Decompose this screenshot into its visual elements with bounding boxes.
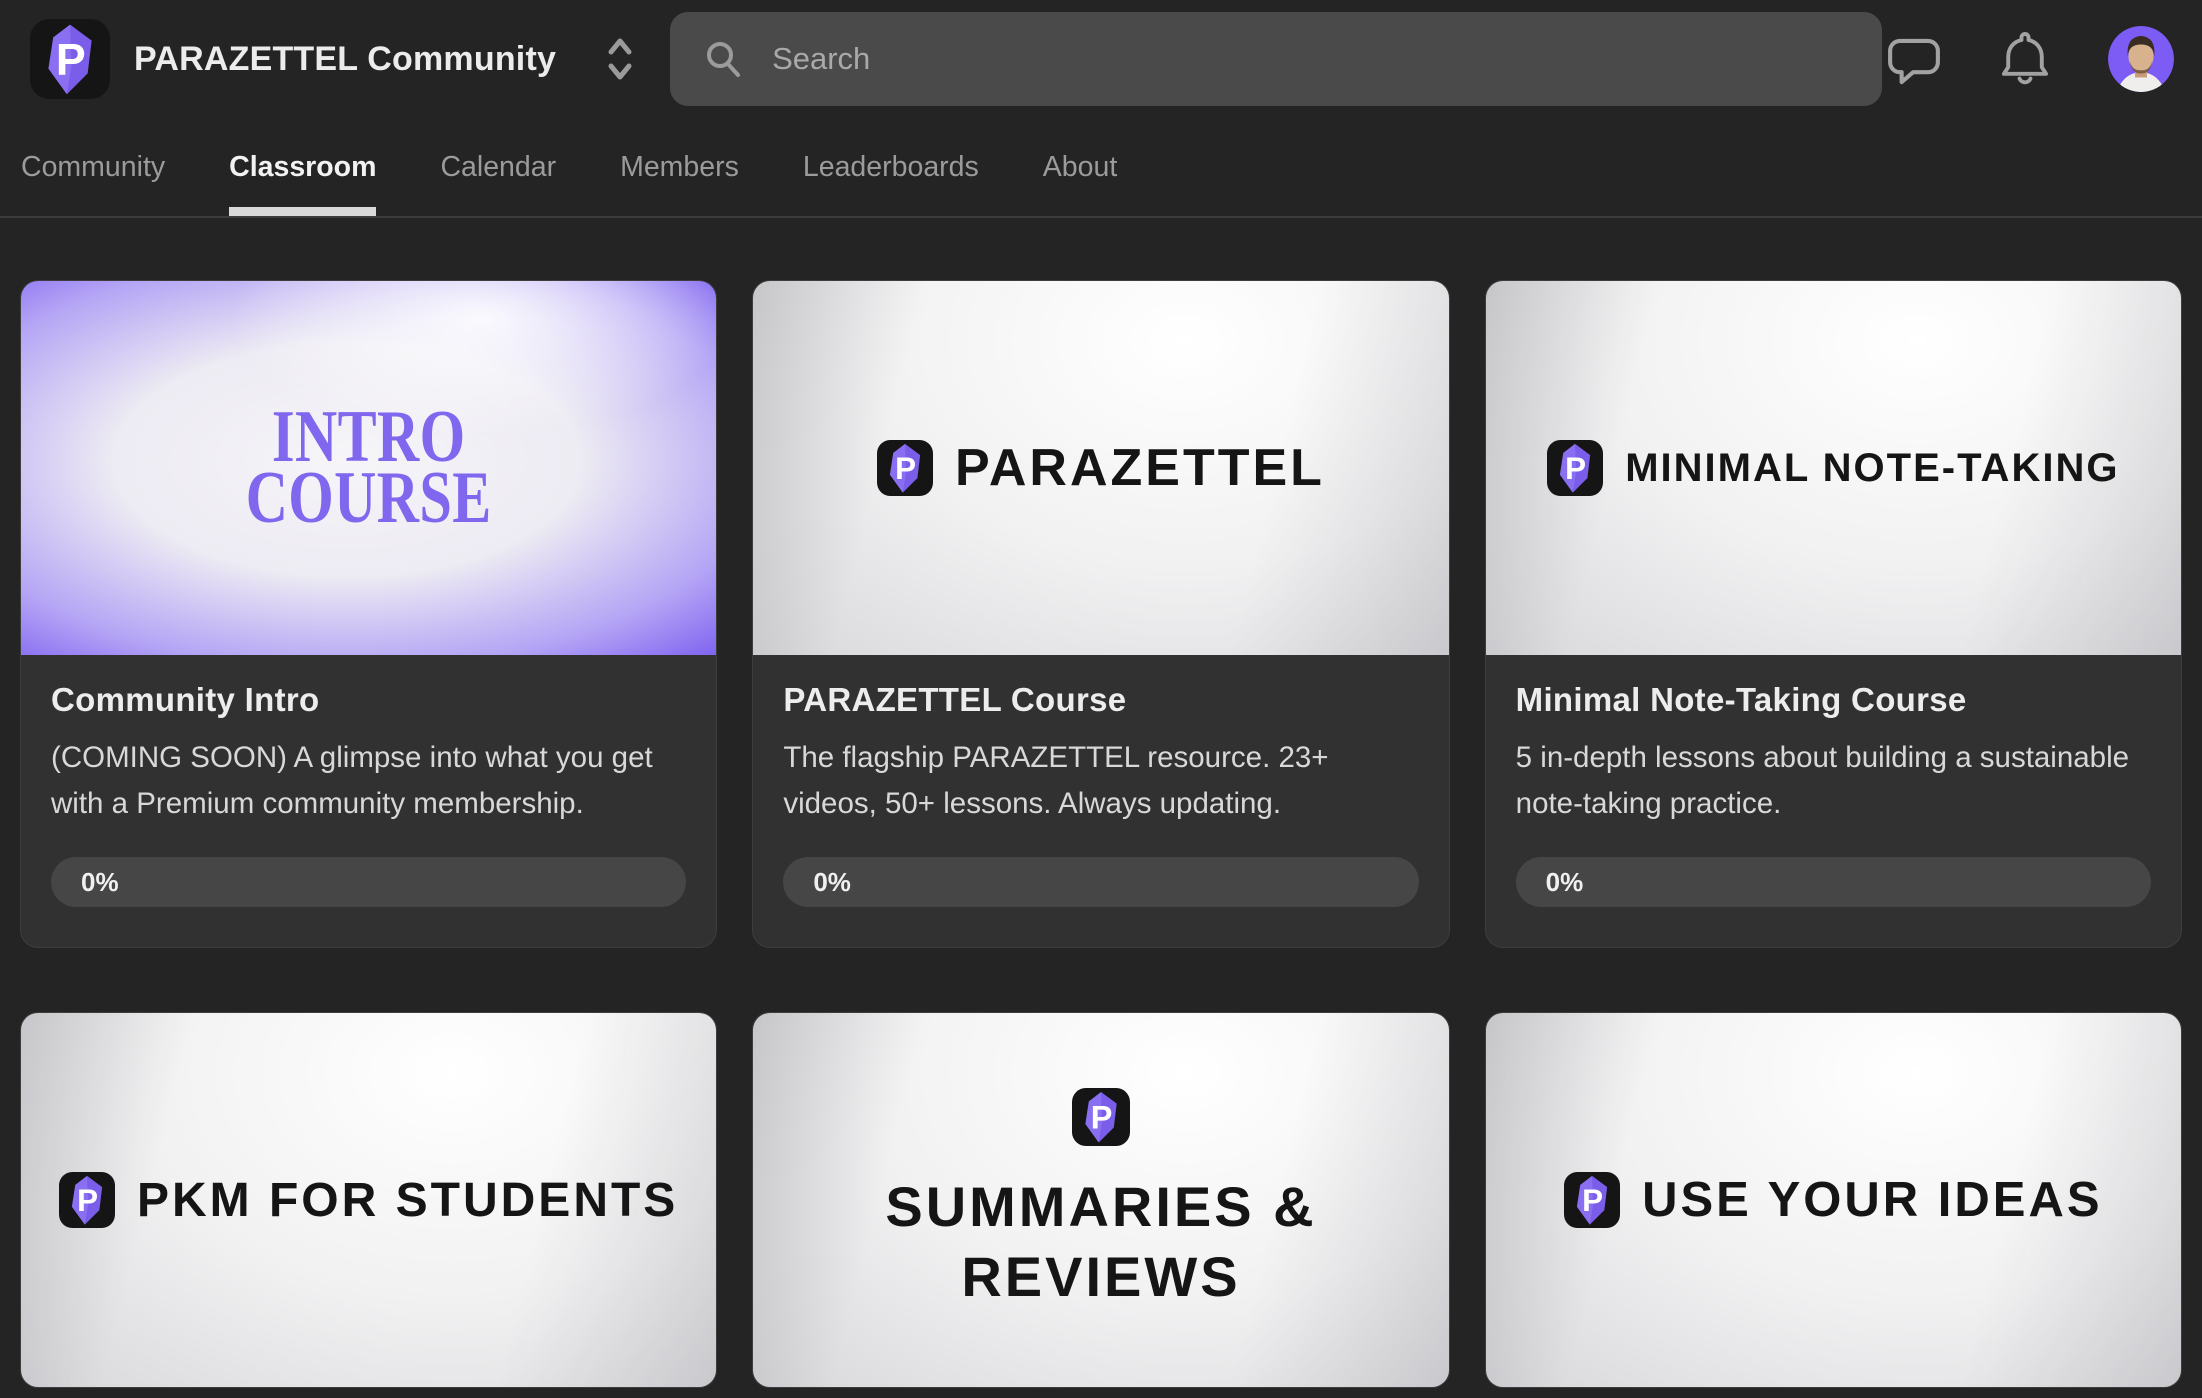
thumbnail-brand-text: SUMMARIES & REVIEWS [821, 1172, 1381, 1312]
parazettel-logo-icon [1564, 1172, 1620, 1228]
community-switcher-icon[interactable] [606, 33, 634, 85]
course-description: (COMING SOON) A glimpse into what you ge… [51, 735, 686, 827]
course-card-summaries-reviews[interactable]: SUMMARIES & REVIEWS [752, 1012, 1449, 1388]
community-brand: PARAZETTEL Community [30, 19, 634, 99]
messages-button[interactable] [1886, 33, 1942, 85]
search-bar[interactable] [670, 12, 1882, 106]
course-title: Community Intro [51, 681, 686, 719]
parazettel-logo-icon [877, 440, 933, 496]
course-title: Minimal Note-Taking Course [1516, 681, 2151, 719]
course-card-use-your-ideas[interactable]: USE YOUR IDEAS [1485, 1012, 2182, 1388]
community-name[interactable]: PARAZETTEL Community [134, 40, 556, 79]
course-progress-bar: 0% [51, 857, 686, 907]
course-thumbnail: SUMMARIES & REVIEWS [753, 1013, 1448, 1387]
course-progress-label: 0% [1546, 867, 1584, 898]
course-grid: INTRO COURSE Community Intro (COMING SOO… [20, 280, 2182, 1388]
course-description: 5 in-depth lessons about building a sust… [1516, 735, 2151, 827]
user-avatar[interactable] [2108, 26, 2174, 92]
community-logo-icon[interactable] [30, 19, 110, 99]
course-thumbnail: INTRO COURSE [21, 281, 716, 655]
bell-icon [2000, 30, 2050, 88]
parazettel-logo-icon [1072, 1088, 1130, 1146]
course-title: PARAZETTEL Course [783, 681, 1418, 719]
search-icon [702, 38, 744, 80]
course-thumbnail: PARAZETTEL [753, 281, 1448, 655]
search-input[interactable] [770, 29, 1850, 89]
course-card-pkm-for-students[interactable]: PKM FOR STUDENTS [20, 1012, 717, 1388]
tab-members[interactable]: Members [620, 118, 739, 216]
course-progress-bar: 0% [783, 857, 1418, 907]
course-progress-label: 0% [813, 867, 851, 898]
course-thumbnail: USE YOUR IDEAS [1486, 1013, 2181, 1387]
chat-bubble-icon [1886, 33, 1942, 85]
thumbnail-brand-text: PKM FOR STUDENTS [137, 1173, 678, 1228]
thumbnail-brand-text: USE YOUR IDEAS [1642, 1172, 2102, 1228]
course-card-community-intro[interactable]: INTRO COURSE Community Intro (COMING SOO… [20, 280, 717, 948]
parazettel-logo-icon [1547, 440, 1603, 496]
intro-course-artwork: INTRO COURSE [246, 407, 492, 528]
thumbnail-brand-text: MINIMAL NOTE-TAKING [1625, 446, 2119, 491]
course-card-body: Minimal Note-Taking Course 5 in-depth le… [1486, 655, 2181, 947]
course-thumbnail: MINIMAL NOTE-TAKING [1486, 281, 2181, 655]
tab-classroom[interactable]: Classroom [229, 118, 376, 216]
notifications-button[interactable] [2000, 30, 2050, 88]
course-thumbnail: PKM FOR STUDENTS [21, 1013, 716, 1387]
header-actions [1886, 26, 2174, 92]
tab-leaderboards[interactable]: Leaderboards [803, 118, 979, 216]
course-description: The flagship PARAZETTEL resource. 23+ vi… [783, 735, 1418, 827]
course-card-parazettel[interactable]: PARAZETTEL PARAZETTEL Course The flagshi… [752, 280, 1449, 948]
course-card-body: PARAZETTEL Course The flagship PARAZETTE… [753, 655, 1448, 947]
parazettel-logo-icon [59, 1172, 115, 1228]
course-card-body: Community Intro (COMING SOON) A glimpse … [21, 655, 716, 947]
course-progress-label: 0% [81, 867, 119, 898]
community-nav: Community Classroom Calendar Members Lea… [0, 118, 2202, 218]
top-bar: PARAZETTEL Community [0, 0, 2202, 118]
tab-community[interactable]: Community [21, 118, 165, 216]
tab-calendar[interactable]: Calendar [440, 118, 556, 216]
thumbnail-brand-text: PARAZETTEL [955, 438, 1325, 498]
course-card-minimal-note-taking[interactable]: MINIMAL NOTE-TAKING Minimal Note-Taking … [1485, 280, 2182, 948]
avatar-photo [2108, 26, 2174, 92]
tab-about[interactable]: About [1043, 118, 1117, 216]
course-progress-bar: 0% [1516, 857, 2151, 907]
